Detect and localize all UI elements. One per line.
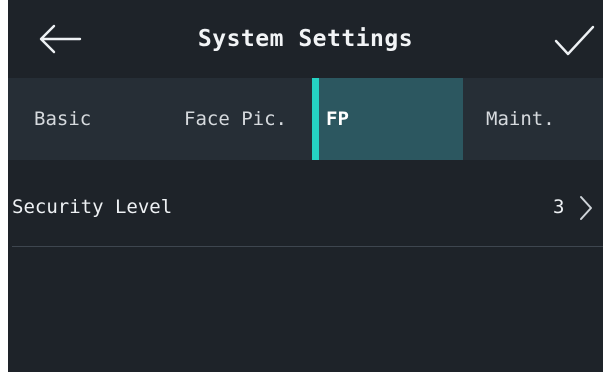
- page-title: System Settings: [197, 26, 414, 52]
- confirm-button[interactable]: [553, 24, 595, 58]
- tab-bar: Basic Face Pic. FP Maint.: [8, 78, 603, 160]
- security-level-value: 3: [553, 196, 565, 218]
- row-divider: [12, 246, 603, 247]
- tab-face-pic[interactable]: Face Pic.: [184, 78, 287, 160]
- tab-maint[interactable]: Maint.: [486, 78, 555, 160]
- settings-screen: System Settings Basic Face Pic. FP Maint…: [8, 0, 603, 372]
- chevron-right-icon: [580, 196, 592, 220]
- security-level-label: Security Level: [12, 196, 173, 218]
- check-icon: [554, 25, 595, 56]
- tab-fp[interactable]: FP: [312, 78, 463, 160]
- header-bar: System Settings: [8, 0, 603, 78]
- security-level-row[interactable]: Security Level 3: [8, 170, 603, 246]
- tab-basic[interactable]: Basic: [34, 78, 91, 160]
